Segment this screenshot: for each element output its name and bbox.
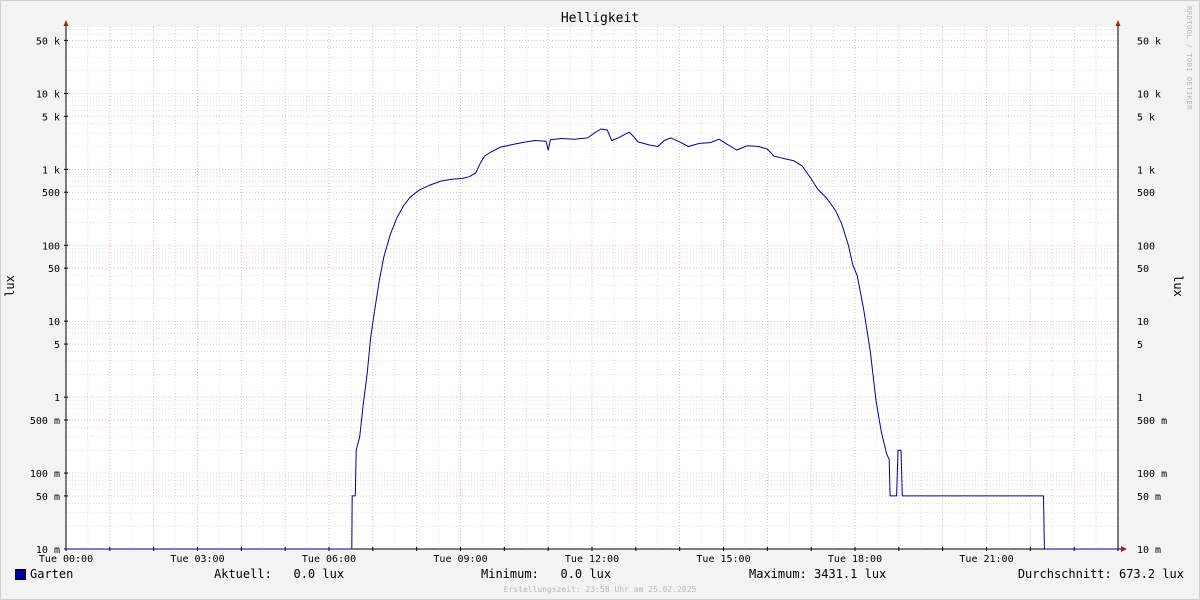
y-tick-label-left: 5 k bbox=[42, 112, 60, 123]
y-tick-label-left: 100 bbox=[42, 241, 60, 252]
x-tick-label: Tue 03:00 bbox=[170, 554, 224, 565]
x-tick-label: Tue 06:00 bbox=[302, 554, 356, 565]
y-axis-arrow-right bbox=[1115, 20, 1121, 26]
y-tick-label-right: 5 k bbox=[1137, 112, 1155, 123]
y-tick-label-right: 1 bbox=[1137, 393, 1143, 404]
y-tick-label-right: 10 bbox=[1137, 317, 1149, 328]
y-axis-arrow-left bbox=[63, 20, 69, 26]
stat-current: Aktuell: 0.0 lux bbox=[214, 567, 345, 581]
x-axis-arrow bbox=[1121, 546, 1127, 552]
y-tick-label-right: 500 m bbox=[1137, 416, 1167, 427]
y-tick-label-right: 1 k bbox=[1137, 165, 1155, 176]
stat-maximum: Maximum: 3431.1 lux bbox=[749, 567, 887, 581]
x-tick-labels: Tue 00:00 Tue 03:00 Tue 06:00 Tue 09:00 Tue … bbox=[39, 554, 1014, 565]
y-tick-label-right: 10 m bbox=[1137, 545, 1161, 556]
stat-average: Durchschnitt: 673.2 lux bbox=[1017, 567, 1184, 581]
y-tick-label-left: 500 m bbox=[30, 416, 60, 427]
y-tick-label-right: 50 k bbox=[1137, 36, 1161, 47]
y-tick-label-left: 50 bbox=[48, 264, 60, 275]
legend-series-name: Garten bbox=[30, 567, 74, 581]
chart-canvas: Helligkeit lux lux RRDTOOL / TOBI OETIKE… bbox=[0, 0, 1200, 600]
x-tick-label: Tue 18:00 bbox=[828, 554, 882, 565]
y-tick-labels-left: 50 k 10 k 5 k 1 k 500 100 50 10 5 1 500 m 100 m 50 m… bbox=[30, 36, 60, 556]
y-tick-label-left: 100 m bbox=[30, 469, 60, 480]
y-tick-label-left: 10 k bbox=[36, 89, 60, 100]
y-tick-label-left: 1 bbox=[54, 393, 60, 404]
plot-area: 50 k 10 k 5 k 1 k 500 100 50 10 5 1 500 m 100 m 50 m… bbox=[30, 20, 1167, 565]
y-tick-label-right: 100 bbox=[1137, 241, 1155, 252]
y-tick-label-left: 50 k bbox=[36, 36, 60, 47]
x-tick-label: Tue 12:00 bbox=[565, 554, 619, 565]
legend: Garten Aktuell: 0.0 lux Minimum: 0.0 lux… bbox=[0, 567, 1200, 583]
y-tick-labels-right: 50 k 10 k 5 k 1 k 500 100 50 10 5 1 500 m 100 m 50 m… bbox=[1137, 36, 1167, 556]
y-tick-label-right: 100 m bbox=[1137, 469, 1167, 480]
y-tick-label-right: 5 bbox=[1137, 340, 1143, 351]
stat-minimum: Minimum: 0.0 lux bbox=[481, 567, 612, 581]
y-tick-label-right: 500 bbox=[1137, 188, 1155, 199]
legend-swatch-garten bbox=[15, 569, 26, 580]
y-tick-label-left: 1 k bbox=[42, 165, 60, 176]
x-tick-label: Tue 21:00 bbox=[959, 554, 1013, 565]
y-tick-label-left: 50 m bbox=[36, 492, 60, 503]
y-tick-label-right: 50 bbox=[1137, 264, 1149, 275]
x-tick-label: Tue 09:00 bbox=[433, 554, 487, 565]
y-tick-label-right: 10 k bbox=[1137, 89, 1161, 100]
x-tick-label: Tue 15:00 bbox=[696, 554, 750, 565]
y-tick-label-right: 50 m bbox=[1137, 492, 1161, 503]
y-tick-label-left: 500 bbox=[42, 188, 60, 199]
y-tick-label-left: 10 bbox=[48, 317, 60, 328]
footer-timestamp: Erstellungszeit: 23:58 Uhr am 25.02.2025 bbox=[503, 585, 697, 594]
x-tick-label: Tue 00:00 bbox=[39, 554, 93, 565]
y-tick-label-left: 5 bbox=[54, 340, 60, 351]
